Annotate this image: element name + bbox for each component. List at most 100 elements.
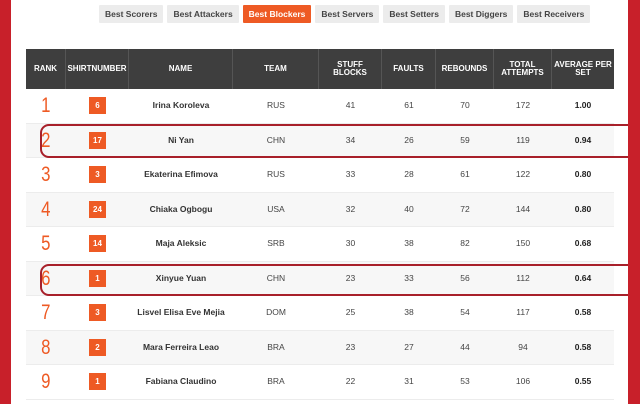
average-per-set-cell: 0.68 (552, 227, 614, 261)
col-total-attempts[interactable]: TOTAL ATTEMPTS (494, 49, 552, 89)
rebounds: 44 (460, 341, 470, 352)
col-team[interactable]: TEAM (233, 49, 319, 89)
rank-cell-cell: 4 (26, 193, 66, 227)
average-per-set: 0.58 (574, 307, 592, 318)
col-faults[interactable]: FAULTS (382, 49, 436, 89)
blockers-table: RANK SHIRTNUMBER NAME TEAM STUFF BLOCKS … (26, 49, 614, 400)
tab-best-scorers[interactable]: Best Scorers (99, 5, 164, 23)
rebounds-cell: 72 (436, 193, 494, 227)
rebounds: 53 (460, 376, 470, 387)
faults-cell: 28 (382, 158, 436, 192)
team-code-cell: CHN (233, 262, 319, 296)
total-attempts-cell: 119 (494, 124, 552, 158)
faults: 61 (404, 100, 414, 111)
stuff-blocks-cell: 25 (319, 296, 382, 330)
table-row[interactable]: 8 2 Mara Ferreira Leao BRA 23 27 44 94 0.58 (26, 330, 614, 365)
rank-cell-cell: 1 (26, 89, 66, 123)
team-code-cell: CHN (233, 124, 319, 158)
tab-best-diggers[interactable]: Best Diggers (448, 5, 514, 23)
tab-best-setters[interactable]: Best Setters (383, 5, 445, 23)
rebounds-cell: 70 (436, 89, 494, 123)
player-name: Chiaka Ogbogu (149, 203, 213, 214)
stuff-blocks-cell: 33 (319, 158, 382, 192)
table-row[interactable]: 2 17 Ni Yan CHN 34 26 59 119 0.94 (26, 123, 614, 158)
rank-cell-cell: 9 (26, 365, 66, 399)
tab-best-attackers[interactable]: Best Attackers (167, 5, 239, 23)
shirt-cell: 1 (89, 373, 106, 391)
table-row[interactable]: 5 14 Maja Aleksic SRB 30 38 82 150 0.68 (26, 227, 614, 262)
table-header: RANK SHIRTNUMBER NAME TEAM STUFF BLOCKS … (26, 49, 614, 89)
col-shirtnumber[interactable]: SHIRTNUMBER (66, 49, 129, 89)
faults: 31 (404, 376, 414, 387)
player-name-cell: Fabiana Claudino (129, 365, 233, 399)
player-name: Mara Ferreira Leao (142, 341, 220, 352)
shirt-cell: 2 (89, 338, 106, 356)
total-attempts: 94 (518, 341, 528, 352)
faults: 38 (404, 238, 414, 249)
faults: 27 (404, 341, 414, 352)
average-per-set: 0.58 (574, 341, 592, 352)
table-row[interactable]: 1 6 Irina Koroleva RUS 41 61 70 172 1.00 (26, 89, 614, 124)
table-row[interactable]: 6 1 Xinyue Yuan CHN 23 33 56 112 0.64 (26, 261, 614, 296)
team-code: CHN (266, 272, 286, 283)
total-attempts: 144 (515, 203, 531, 214)
rank-cell-cell: 6 (26, 262, 66, 296)
stats-panel: Best Scorers Best Attackers Best Blocker… (11, 0, 628, 404)
team-code: BRA (267, 376, 285, 387)
table-row[interactable]: 3 3 Ekaterina Efimova RUS 33 28 61 122 0.80 (26, 158, 614, 193)
col-name[interactable]: NAME (129, 49, 233, 89)
rank-cell: 1 (41, 94, 51, 118)
team-code-cell: USA (233, 193, 319, 227)
stuff-blocks-cell: 30 (319, 227, 382, 261)
average-per-set-cell: 1.00 (552, 89, 614, 123)
tab-best-receivers[interactable]: Best Receivers (517, 5, 591, 23)
rank-cell: 7 (41, 301, 51, 325)
tab-best-servers[interactable]: Best Servers (315, 5, 380, 23)
faults-cell: 27 (382, 331, 436, 365)
stuff-blocks: 23 (345, 341, 356, 352)
average-per-set: 0.80 (574, 203, 592, 214)
player-name: Irina Koroleva (152, 100, 210, 111)
player-name-cell: Lisvel Elisa Eve Mejia (129, 296, 233, 330)
player-name-cell: Ni Yan (129, 124, 233, 158)
stuff-blocks-cell: 41 (319, 89, 382, 123)
team-code: RUS (267, 169, 285, 180)
stuff-blocks: 23 (345, 272, 356, 283)
stuff-blocks: 33 (345, 169, 356, 180)
average-per-set-cell: 0.64 (552, 262, 614, 296)
total-attempts: 122 (515, 169, 531, 180)
stuff-blocks: 25 (345, 307, 356, 318)
stuff-blocks: 32 (345, 203, 356, 214)
rank-cell-cell: 5 (26, 227, 66, 261)
tab-best-blockers[interactable]: Best Blockers (242, 5, 312, 23)
stuff-blocks: 22 (345, 376, 356, 387)
stuff-blocks-cell: 23 (319, 331, 382, 365)
team-code: USA (267, 203, 285, 214)
average-per-set-cell: 0.80 (552, 193, 614, 227)
rebounds-cell: 82 (436, 227, 494, 261)
team-code-cell: BRA (233, 365, 319, 399)
rebounds: 82 (460, 238, 470, 249)
total-attempts-cell: 122 (494, 158, 552, 192)
rank-cell: 6 (41, 266, 51, 290)
team-code: DOM (266, 307, 286, 318)
player-name: Lisvel Elisa Eve Mejia (137, 307, 225, 318)
total-attempts: 117 (516, 307, 530, 318)
rank-cell: 5 (41, 232, 51, 256)
stuff-blocks-cell: 22 (319, 365, 382, 399)
faults: 28 (404, 169, 414, 180)
rank-cell: 9 (41, 370, 51, 394)
faults-cell: 38 (382, 296, 436, 330)
table-row[interactable]: 4 24 Chiaka Ogbogu USA 32 40 72 144 0.80 (26, 192, 614, 227)
shirt-cell: 6 (89, 97, 106, 115)
table-row[interactable]: 7 3 Lisvel Elisa Eve Mejia DOM 25 38 54 117 0.58 (26, 296, 614, 331)
total-attempts: 119 (516, 134, 530, 145)
col-rebounds[interactable]: REBOUNDS (436, 49, 494, 89)
table-row[interactable]: 9 1 Fabiana Claudino BRA 22 31 53 106 0.55 (26, 365, 614, 400)
col-average-per-set[interactable]: AVERAGE PER SET (552, 49, 614, 89)
col-stuff-blocks[interactable]: STUFF BLOCKS (319, 49, 382, 89)
average-per-set: 1.00 (574, 100, 592, 111)
col-rank[interactable]: RANK (26, 49, 66, 89)
shirt-cell-cell: 24 (66, 193, 129, 227)
shirt-cell-cell: 2 (66, 331, 129, 365)
